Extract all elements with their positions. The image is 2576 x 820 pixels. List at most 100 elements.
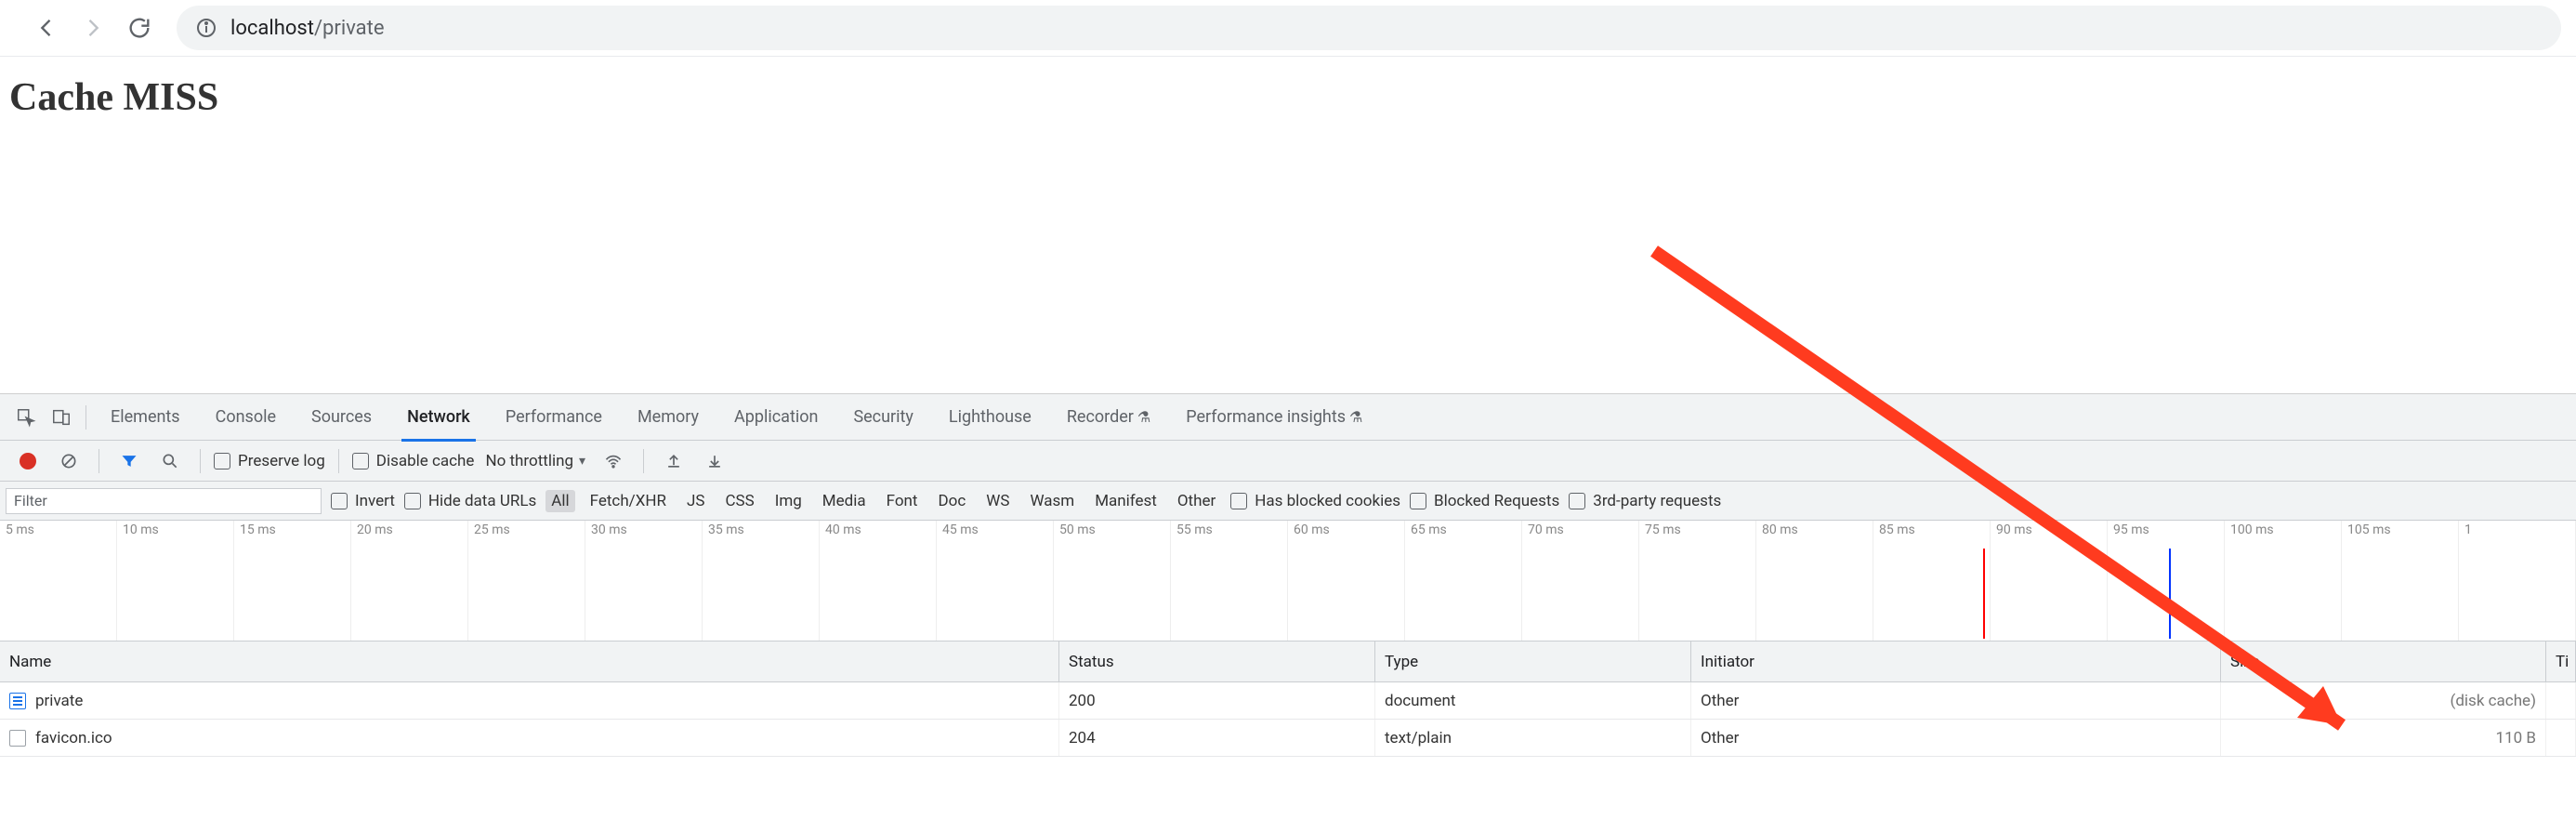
clear-button[interactable] bbox=[52, 444, 85, 478]
filter-placeholder: Filter bbox=[14, 492, 47, 509]
request-type: document bbox=[1375, 682, 1691, 719]
load-event-marker bbox=[2169, 549, 2171, 639]
blocked-requests-check[interactable]: Blocked Requests bbox=[1410, 492, 1559, 510]
chevron-down-icon: ▾ bbox=[579, 454, 585, 469]
type-manifest[interactable]: Manifest bbox=[1089, 490, 1163, 512]
network-conditions-button[interactable] bbox=[597, 444, 630, 478]
tab-recorder[interactable]: Recorder⚗ bbox=[1050, 394, 1167, 441]
tab-elements[interactable]: Elements bbox=[94, 394, 197, 441]
third-party-check[interactable]: 3rd-party requests bbox=[1569, 492, 1721, 510]
filter-toggle[interactable] bbox=[112, 444, 146, 478]
request-status: 204 bbox=[1059, 720, 1375, 756]
type-font[interactable]: Font bbox=[881, 490, 924, 512]
record-icon bbox=[20, 453, 36, 470]
tab-security[interactable]: Security bbox=[836, 394, 929, 441]
throttling-value: No throttling bbox=[485, 452, 573, 470]
file-icon bbox=[9, 730, 26, 747]
request-status: 200 bbox=[1059, 682, 1375, 719]
tab-application[interactable]: Application bbox=[717, 394, 835, 441]
network-filter-bar: Filter Invert Hide data URLs All Fetch/X… bbox=[0, 482, 2576, 521]
device-toolbar-button[interactable] bbox=[45, 401, 78, 434]
omnibox-path: /private bbox=[314, 17, 385, 40]
preserve-log-label: Preserve log bbox=[238, 452, 325, 470]
table-row[interactable]: favicon.ico 204 text/plain Other 110 B bbox=[0, 720, 2576, 757]
table-header: Name Status Type Initiator Size Ti bbox=[0, 641, 2576, 682]
tab-separator bbox=[85, 405, 86, 430]
type-js[interactable]: JS bbox=[681, 490, 710, 512]
type-media[interactable]: Media bbox=[817, 490, 872, 512]
type-fetchxhr[interactable]: Fetch/XHR bbox=[585, 490, 672, 512]
throttling-select[interactable]: No throttling ▾ bbox=[485, 452, 585, 470]
tab-sources[interactable]: Sources bbox=[295, 394, 388, 441]
forward-button[interactable] bbox=[72, 7, 113, 48]
reload-button[interactable] bbox=[119, 7, 160, 48]
back-button[interactable] bbox=[26, 7, 67, 48]
experiment-icon: ⚗ bbox=[1137, 408, 1150, 426]
inspect-element-button[interactable] bbox=[9, 401, 43, 434]
tab-network[interactable]: Network bbox=[390, 394, 487, 441]
record-button[interactable] bbox=[11, 444, 45, 478]
forward-icon bbox=[80, 15, 106, 41]
tab-console[interactable]: Console bbox=[199, 394, 293, 441]
devtools-panel: Elements Console Sources Network Perform… bbox=[0, 393, 2576, 820]
request-type: text/plain bbox=[1375, 720, 1691, 756]
document-icon bbox=[9, 693, 26, 709]
page-heading: Cache MISS bbox=[9, 75, 2576, 120]
request-time bbox=[2546, 720, 2576, 756]
col-initiator[interactable]: Initiator bbox=[1691, 641, 2221, 681]
type-css[interactable]: CSS bbox=[719, 490, 759, 512]
request-initiator: Other bbox=[1691, 682, 2221, 719]
request-time bbox=[2546, 682, 2576, 719]
request-name: favicon.ico bbox=[35, 729, 112, 747]
network-request-table: Name Status Type Initiator Size Ti priva… bbox=[0, 641, 2576, 820]
col-type[interactable]: Type bbox=[1375, 641, 1691, 681]
type-ws[interactable]: WS bbox=[980, 490, 1015, 512]
type-img[interactable]: Img bbox=[769, 490, 808, 512]
dom-content-loaded-marker bbox=[1983, 549, 1985, 639]
type-wasm[interactable]: Wasm bbox=[1024, 490, 1080, 512]
col-status[interactable]: Status bbox=[1059, 641, 1375, 681]
reload-icon bbox=[126, 15, 152, 41]
omnibox-url: localhost/private bbox=[230, 17, 385, 40]
overview-ruler: 5 ms 10 ms 15 ms 20 ms 25 ms 30 ms 35 ms… bbox=[0, 521, 2576, 547]
table-row[interactable]: private 200 document Other (disk cache) bbox=[0, 682, 2576, 720]
disable-cache-checkbox[interactable] bbox=[352, 453, 369, 470]
col-time[interactable]: Ti bbox=[2546, 641, 2576, 681]
has-blocked-cookies-check[interactable]: Has blocked cookies bbox=[1230, 492, 1400, 510]
request-size: (disk cache) bbox=[2221, 682, 2546, 719]
back-icon bbox=[33, 15, 59, 41]
sep bbox=[643, 449, 644, 473]
type-doc[interactable]: Doc bbox=[933, 490, 972, 512]
request-size: 110 B bbox=[2221, 720, 2546, 756]
network-toolbar: Preserve log Disable cache No throttling… bbox=[0, 441, 2576, 482]
hide-data-urls-check[interactable]: Hide data URLs bbox=[404, 492, 536, 510]
import-har-button[interactable] bbox=[657, 444, 690, 478]
omnibox[interactable]: localhost/private bbox=[177, 6, 2561, 50]
type-other[interactable]: Other bbox=[1172, 490, 1221, 512]
network-overview[interactable]: 5 ms 10 ms 15 ms 20 ms 25 ms 30 ms 35 ms… bbox=[0, 521, 2576, 641]
tab-performance-insights[interactable]: Performance insights⚗ bbox=[1169, 394, 1379, 441]
col-name[interactable]: Name bbox=[0, 641, 1059, 681]
sep bbox=[338, 449, 339, 473]
type-all[interactable]: All bbox=[545, 490, 574, 512]
app-root: localhost/private Cache MISS Elements Co… bbox=[0, 0, 2576, 820]
sep bbox=[200, 449, 201, 473]
site-info-icon[interactable] bbox=[195, 17, 217, 39]
request-name: private bbox=[35, 692, 83, 710]
tab-memory[interactable]: Memory bbox=[621, 394, 716, 441]
omnibox-host: localhost bbox=[230, 17, 314, 40]
col-size[interactable]: Size bbox=[2221, 641, 2546, 681]
browser-toolbar: localhost/private bbox=[0, 0, 2576, 56]
export-har-button[interactable] bbox=[698, 444, 731, 478]
search-button[interactable] bbox=[153, 444, 187, 478]
experiment-icon: ⚗ bbox=[1349, 408, 1362, 426]
page-viewport: Cache MISS bbox=[0, 57, 2576, 391]
preserve-log-checkbox[interactable] bbox=[214, 453, 230, 470]
filter-input[interactable]: Filter bbox=[6, 488, 322, 514]
tab-lighthouse[interactable]: Lighthouse bbox=[932, 394, 1048, 441]
devtools-tabs: Elements Console Sources Network Perform… bbox=[0, 394, 2576, 441]
disable-cache-label: Disable cache bbox=[376, 452, 475, 470]
tab-performance[interactable]: Performance bbox=[489, 394, 619, 441]
request-initiator: Other bbox=[1691, 720, 2221, 756]
invert-check[interactable]: Invert bbox=[331, 492, 395, 510]
